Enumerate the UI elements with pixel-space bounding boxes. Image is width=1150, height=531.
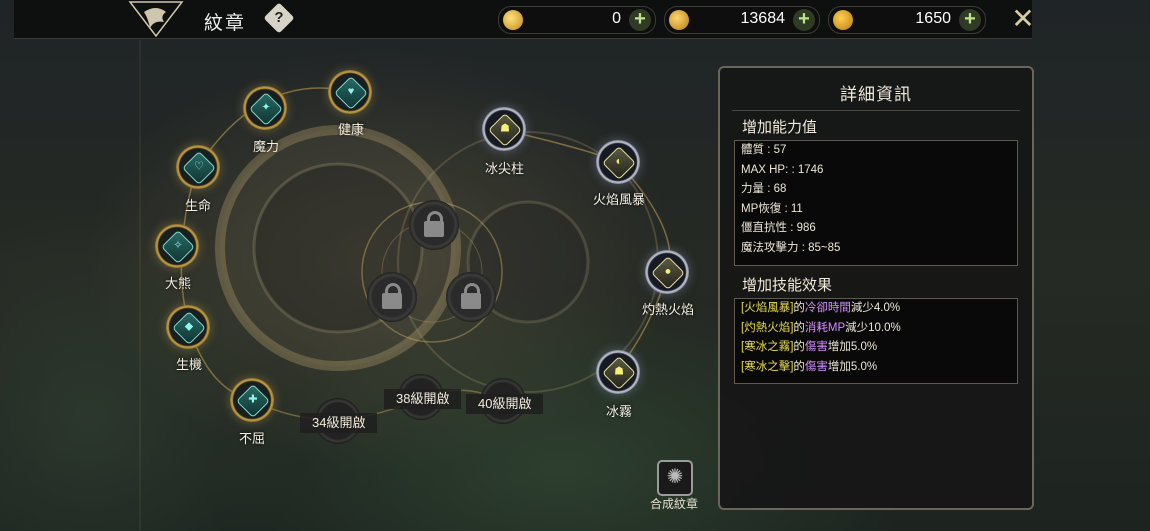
emblem-label: 灼熱火焰 — [642, 302, 695, 317]
currency-gem: 1650 + — [828, 6, 986, 34]
effect-attr: 消耗MP — [804, 321, 846, 334]
emblem-health[interactable]: ♥ — [328, 70, 372, 114]
emblem-fire-storm[interactable]: ◐ — [596, 140, 640, 184]
effect-attr: 傷害 — [804, 341, 828, 354]
emblem-label: 火焰風暴 — [593, 192, 646, 207]
divider — [732, 110, 1020, 111]
shield-cross-icon: ✚ — [248, 393, 258, 406]
emblem-indomitable[interactable]: ✚ — [230, 378, 274, 422]
synthesize-label: 合成紋章 — [650, 497, 699, 511]
effect-row: [寒冰之擊]的傷害增加5.0% — [735, 358, 1017, 378]
currency-value: 1650 — [915, 10, 951, 27]
emblem-label: 冰霧 — [606, 404, 633, 419]
emblem-life[interactable]: ♡ — [176, 145, 220, 189]
stat-row: 魔法攻擊力 : 85~85 — [741, 241, 841, 254]
stat-row: 體質 : 57 — [741, 144, 787, 156]
emblem-bear[interactable]: ✧ — [155, 224, 199, 268]
stat-row: 僵直抗性 : 986 — [741, 222, 816, 235]
synthesize-emblem-button[interactable]: ✺ — [657, 460, 693, 496]
emblem-scorching-flame[interactable]: ● — [645, 250, 689, 294]
emblem-ice-spike[interactable]: ☗ — [482, 107, 526, 151]
vitality-icon: ◆ — [184, 320, 194, 333]
effect-change: 增加5.0% — [827, 360, 878, 373]
close-icon[interactable]: ✕ — [1008, 4, 1038, 34]
locked-emblem-slot[interactable] — [446, 272, 496, 322]
locked-emblem-slot[interactable] — [409, 200, 459, 250]
web-icon: ✺ — [666, 466, 684, 488]
stats-box: 體質 : 57 MAX HP: : 1746 力量 : 68 MP恢復 : 11… — [734, 140, 1018, 266]
stat-row: 力量 : 68 — [741, 183, 787, 196]
effect-skill: [寒冰之霧] — [741, 341, 794, 354]
emblem-vitality[interactable]: ◆ — [166, 305, 210, 349]
effect-connector: 的 — [793, 302, 805, 314]
mana-vial-icon: ✦ — [261, 101, 271, 114]
bear-icon: ✧ — [173, 239, 183, 252]
emblem-label: 魔力 — [253, 139, 280, 154]
effect-connector: 的 — [793, 321, 805, 334]
unlock-level-label: 38級開啟 — [384, 389, 462, 409]
add-gem-button[interactable]: + — [959, 9, 981, 31]
effect-row: [火焰風暴]的冷卻時間減少4.0% — [735, 299, 1017, 319]
effect-connector: 的 — [793, 360, 805, 373]
effect-attr: 冷卻時間 — [804, 302, 851, 314]
emblem-mana[interactable]: ✦ — [243, 86, 287, 130]
fire-storm-icon: ◐ — [615, 155, 623, 168]
emblem-label: 生命 — [185, 198, 212, 213]
locked-emblem-slot[interactable] — [367, 272, 417, 322]
effect-attr: 傷害 — [804, 360, 828, 373]
effect-change: 減少4.0% — [850, 302, 901, 314]
effect-change: 減少10.0% — [845, 321, 901, 334]
emblem-label: 健康 — [338, 122, 365, 137]
ice-fog-icon: ☗ — [614, 365, 624, 378]
effect-skill: [灼熱火焰] — [741, 321, 794, 334]
heart-icon: ♥ — [347, 85, 355, 98]
emblem-label: 冰尖柱 — [485, 161, 525, 176]
ice-spike-icon: ☗ — [500, 122, 510, 135]
unlock-level-label: 40級開啟 — [466, 394, 544, 414]
detail-title: 詳細資訊 — [840, 85, 912, 104]
stats-section-title: 增加能力值 — [742, 119, 818, 136]
effect-skill: [寒冰之擊] — [741, 360, 794, 373]
effect-skill: [火焰風暴] — [741, 302, 794, 314]
emblem-label: 生機 — [176, 357, 203, 372]
emblem-label: 不屈 — [239, 431, 266, 446]
effect-row: [灼熱火焰]的消耗MP減少10.0% — [735, 319, 1017, 339]
emblem-label: 大熊 — [165, 276, 192, 291]
gem-coin-icon — [833, 10, 853, 30]
effects-section-title: 增加技能效果 — [742, 277, 833, 294]
stat-row: MAX HP: : 1746 — [741, 163, 824, 176]
effect-row: [寒冰之霧]的傷害增加5.0% — [735, 338, 1017, 358]
scorching-flame-icon: ● — [664, 265, 672, 278]
detail-panel: 詳細資訊 增加能力值 體質 : 57 MAX HP: : 1746 力量 : 6… — [718, 66, 1034, 510]
effect-connector: 的 — [793, 341, 805, 354]
unlock-level-label: 34級開啟 — [300, 413, 378, 433]
effect-change: 增加5.0% — [827, 341, 878, 354]
stat-row: MP恢復 : 11 — [741, 202, 803, 215]
currency-value: 13684 — [740, 10, 786, 27]
emblem-ice-fog[interactable]: ☗ — [596, 350, 640, 394]
life-heart-icon: ♡ — [194, 160, 204, 173]
add-gold-button[interactable]: + — [793, 9, 815, 31]
effects-box: [火焰風暴]的冷卻時間減少4.0% [灼熱火焰]的消耗MP減少10.0% [寒冰… — [734, 298, 1018, 384]
